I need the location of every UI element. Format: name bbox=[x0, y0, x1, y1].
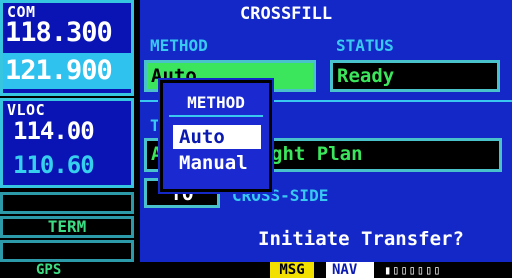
gps-annunciator: GPS bbox=[36, 262, 62, 278]
page-title: CROSSFILL bbox=[240, 4, 333, 24]
popup-title: METHOD bbox=[187, 93, 245, 112]
com-active-frequency: 118.300 bbox=[5, 17, 113, 48]
vloc-standby-frequency[interactable]: 110.60 bbox=[13, 151, 95, 179]
vloc-frequency-block[interactable]: VLOC 114.00 110.60 bbox=[0, 98, 134, 188]
method-label: METHOD bbox=[150, 36, 208, 55]
status-field: Ready bbox=[330, 60, 500, 92]
frequency-column: COM 118.300 121.900 VLOC 114.00 110.60 T… bbox=[0, 0, 138, 262]
popup-title-underline bbox=[169, 115, 263, 117]
item-label: T bbox=[150, 116, 160, 135]
softkey-slot-1[interactable] bbox=[0, 192, 134, 214]
popup-option-auto[interactable]: Auto bbox=[173, 125, 261, 149]
vloc-active-frequency: 114.00 bbox=[13, 117, 95, 145]
com-standby-frequency[interactable]: 121.900 bbox=[3, 53, 131, 89]
method-popup: METHOD Auto Manual bbox=[160, 80, 272, 192]
nav-annunciator: NAV bbox=[326, 262, 374, 278]
status-label: STATUS bbox=[336, 36, 394, 55]
status-bar: GPS MSG NAV ▮▯▯▯▯▯▯ bbox=[0, 262, 512, 278]
term-annunciator: TERM bbox=[0, 216, 134, 238]
softkey-slot-3[interactable] bbox=[0, 240, 134, 262]
com-frequency-block[interactable]: COM 118.300 121.900 bbox=[0, 0, 134, 96]
msg-annunciator[interactable]: MSG bbox=[270, 262, 314, 278]
initiate-transfer-prompt[interactable]: Initiate Transfer? bbox=[258, 228, 464, 250]
popup-option-manual[interactable]: Manual bbox=[173, 151, 261, 175]
signal-strength-bar: ▮▯▯▯▯▯▯ bbox=[384, 263, 442, 277]
transfer-item-suffix: ght Plan bbox=[271, 143, 363, 165]
